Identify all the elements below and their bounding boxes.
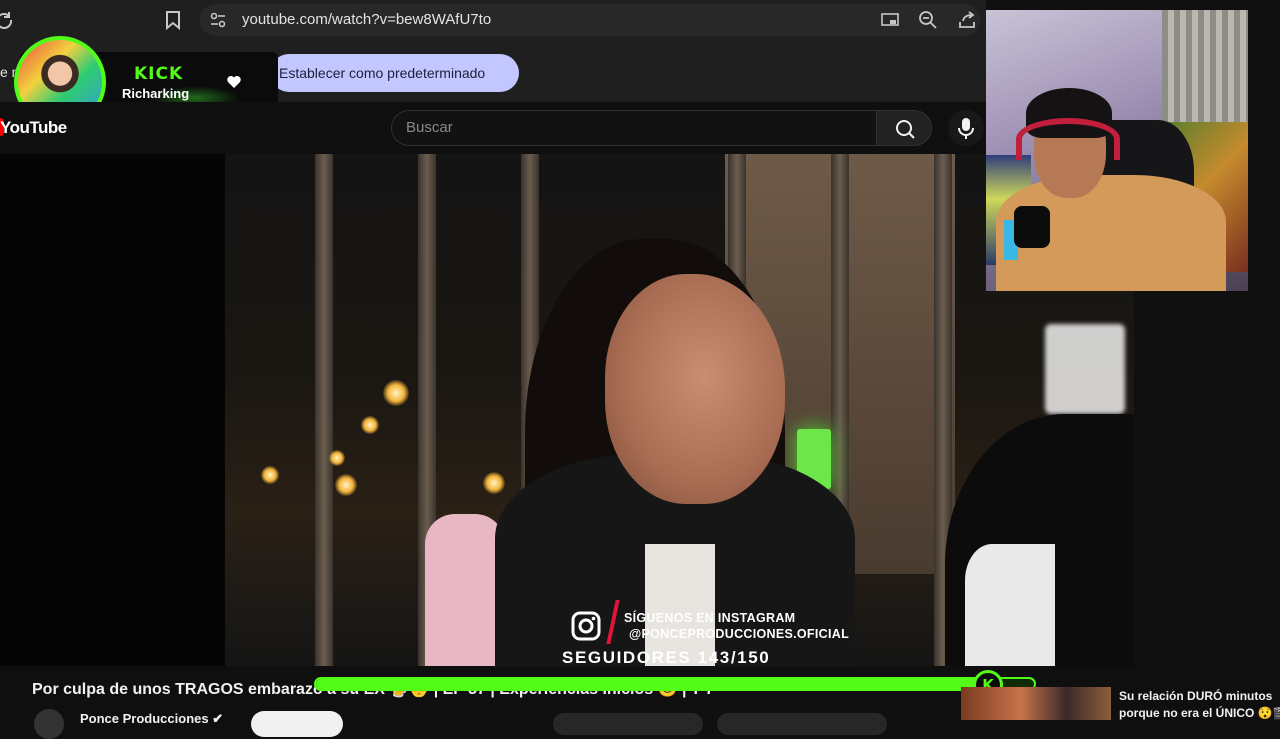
channel-name[interactable]: Ponce Producciones ✔ [80,711,223,727]
headset [1016,118,1120,160]
mic-button[interactable] [948,110,984,146]
recommended-thumbnail[interactable] [961,687,1111,720]
recommended-title-line1[interactable]: Su relación DURÓ minutos [1119,689,1272,703]
street-light [335,474,357,496]
sidebar-area [1134,291,1280,666]
microphone [1014,206,1050,248]
street-light [261,466,279,484]
follower-goal-fill [316,679,1000,689]
url-text[interactable]: youtube.com/watch?v=bew8WAfU7to [242,10,491,30]
bookmark-icon[interactable] [164,10,182,31]
instagram-follow-text: SÍGUENOS EN INSTAGRAM [624,611,796,625]
set-default-button[interactable]: Establecer como predeterminado [270,54,519,92]
white-sign [1045,324,1125,414]
street-light [329,450,345,466]
share-button[interactable] [717,713,887,735]
youtube-logo[interactable]: YouTube [0,118,67,138]
instagram-handle: @PONCEPRODUCCIONES.OFICIAL [629,627,850,641]
background-pillar [315,154,333,666]
reload-icon[interactable] [0,10,14,30]
search-button[interactable] [876,110,932,146]
heart-icon [224,72,244,92]
street-light [383,380,409,406]
like-button[interactable] [553,713,703,735]
webcam-overlay [986,10,1248,291]
street-light [483,472,505,494]
mic-icon [958,118,974,139]
second-person-shirt [965,544,1055,666]
share-icon[interactable] [957,10,977,30]
recommended-title-line2[interactable]: porque no era el ÚNICO 😯🎬 [1119,706,1280,720]
person-face [605,274,785,504]
search-icon [896,120,915,139]
video-player[interactable] [0,154,1134,666]
site-info-icon[interactable] [208,10,228,30]
kick-username: Richarking [122,86,190,101]
channel-avatar[interactable] [34,709,64,739]
zoom-icon[interactable] [918,10,938,30]
backpack [425,514,505,666]
kick-logo: KICK [134,64,184,84]
instagram-icon [571,611,601,641]
search-input[interactable]: Buscar [391,110,877,146]
followers-goal-text: SEGUIDORES 143/150 [562,648,771,667]
street-light [361,416,379,434]
subscribe-button[interactable] [251,711,343,737]
cast-icon[interactable] [880,10,900,30]
